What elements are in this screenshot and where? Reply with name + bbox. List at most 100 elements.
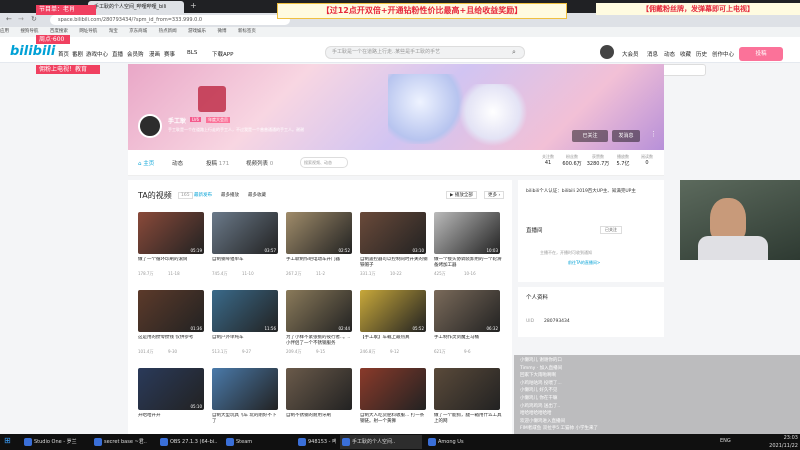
user-avatar[interactable] [600,45,614,59]
reload-icon[interactable]: ↻ [31,15,37,23]
video-title[interactable]: 做一个接头协调装卸用的一个轮滑备烤加工器 [434,257,502,269]
follow-button[interactable]: 已关注 [572,130,608,142]
bookmark-item[interactable]: 应用 [0,29,9,34]
language-indicator[interactable]: ENG [720,438,731,444]
nav-download-app[interactable]: 下载APP [212,50,233,58]
bilibili-logo[interactable]: bilibili [10,44,55,59]
nav-dynamics[interactable]: 动态 [664,50,675,58]
live-room-link[interactable]: 前往TA的直播间> [568,260,600,266]
video-thumbnail[interactable]: 05:10 [138,368,204,410]
nav-vip[interactable]: 大会员 [622,50,639,58]
taskbar-app[interactable]: 手工耿的个人空间.. [340,435,422,449]
site-search-input[interactable]: 手工耿是一个在道路上行走..某些是手工耿的手艺 [325,46,525,59]
taskbar-app[interactable]: Among Us [426,435,470,449]
bookmark-item[interactable]: 搜狗导航 [20,29,38,34]
video-title[interactable]: 自制大型玩具飞车 玩的刚好不下了 [212,413,280,425]
video-title[interactable]: 开哈哈开开 [138,413,206,425]
forward-icon[interactable]: → [18,15,24,23]
new-tab-button[interactable]: + [188,1,200,13]
stat-following[interactable]: 关注数 41 [538,154,558,166]
nav-game-center[interactable]: 游戏中心 [86,50,108,58]
tab-uploads[interactable]: 投稿 171 [206,159,229,167]
tab-label: 视频列表 [246,161,269,167]
video-thumbnail[interactable]: 11:56 [212,290,278,332]
nav-creator-center[interactable]: 创作中心 [712,50,734,58]
nav-favorites[interactable]: 收藏 [680,50,691,58]
video-thumbnail[interactable] [434,368,500,410]
stream-tv-label: 佣粉上电视！教育 [36,65,100,74]
profile-search-input[interactable]: 搜索视频、动态 [300,157,348,168]
sort-most-favorited[interactable]: 最多收藏 [248,192,266,198]
bookmark-item[interactable]: 新标签页 [238,29,256,34]
chat-message: 小懒鸡儿 谢谢你的口 [520,358,562,363]
taskbar-app[interactable]: OBS 27.1.3 (64-bi.. [158,435,220,449]
bookmark-item[interactable]: 百度搜索 [50,29,68,34]
video-thumbnail[interactable]: 03:57 [212,212,278,254]
search-icon[interactable]: ⌕ [512,48,516,57]
play-all-button[interactable]: ▶ 播放全部 [446,191,477,199]
nav-live[interactable]: 直播 [112,50,123,58]
sort-most-played[interactable]: 最多播放 [221,192,239,198]
tab-home[interactable]: ⌂ 主页 [138,159,154,167]
stat-likes: 获赞数 3280.7万 [586,154,610,167]
message-button[interactable]: 发消息 [612,130,640,142]
taskbar-clock[interactable]: 23:03 2021/11/22 [750,434,798,450]
video-title[interactable]: 为了小样不紧张挑的夜行者..。..小伴侣了一个不锈钢服务 [286,335,354,347]
bookmark-item[interactable]: 热点新闻 [159,29,177,34]
video-thumbnail[interactable]: 03:10 [360,212,426,254]
bookmark-item[interactable]: 网址导航 [79,29,97,34]
video-title[interactable]: 自制户外单纯车 [212,335,280,347]
more-icon[interactable]: ⋮ [650,130,657,138]
bookmark-item[interactable]: 微博 [218,29,227,34]
video-title[interactable]: 做了一个循环印刷的滚筒 [138,257,206,269]
video-thumbnail[interactable]: 06:32 [434,290,500,332]
more-button[interactable]: 更多 › [484,191,505,199]
video-thumbnail[interactable]: 02:52 [286,212,352,254]
video-thumbnail[interactable]: 10:03 [434,212,500,254]
stat-fans[interactable]: 粉丝数 600.6万 [560,154,584,167]
bookmark-item[interactable]: 游戏娱乐 [188,29,206,34]
live-follow-button[interactable]: 已关注 [600,226,622,234]
nav-messages[interactable]: 消息 [647,50,658,58]
video-title[interactable]: 手工制作灵剑魔王马桶 [434,335,502,347]
nav-mall[interactable]: 会员购 [127,50,144,58]
more-label: 更多 [488,193,497,198]
browser-tab-active[interactable]: 手工耿的个人空间_哔哩哔哩_bili [88,1,184,13]
url-input[interactable]: space.bilibili.com/280793434/?spm_id_fro… [50,15,290,25]
taskbar-app[interactable]: Steam [224,435,264,449]
bookmark-item[interactable]: 淘宝 [109,29,118,34]
video-thumbnail[interactable]: 05:19 [138,212,204,254]
back-icon[interactable]: ← [6,15,12,23]
video-title[interactable]: 自制不锈钢的耐用牙刷 [286,413,354,425]
taskbar-app[interactable]: 948153 - 哔小哥.. [296,435,336,449]
taskbar-app[interactable]: Studio One - 罗兰 [22,435,86,449]
windows-start-icon[interactable]: ⊞ [4,436,11,445]
nav-home[interactable]: 首页 [58,50,69,58]
stream-program-label: 节目单：老肖 [36,5,96,15]
video-title[interactable]: 自制遥控器可以控制同时开关的钢铁帽子 [360,257,428,269]
nav-bls[interactable]: BLS [187,50,197,56]
tab-playlists[interactable]: 视频列表 0 [246,159,273,167]
video-thumbnail[interactable] [212,368,278,410]
nav-manga[interactable]: 漫画 [149,50,160,58]
nav-anime[interactable]: 番剧 [72,50,83,58]
video-thumbnail[interactable] [286,368,352,410]
video-title[interactable]: 自制钢琴锉单车 [212,257,280,269]
video-title[interactable]: 这是用的攒零攒钱 仅供参考 [138,335,206,347]
video-title[interactable]: 做了一个能抓，腿一箱用什么工具上的网 [434,413,502,425]
video-thumbnail[interactable] [360,368,426,410]
nav-esports[interactable]: 赛事 [164,50,175,58]
taskbar-app[interactable]: secret base ~君.. [92,435,154,449]
video-thumbnail[interactable]: 05:52 [360,290,426,332]
nav-history[interactable]: 历史 [696,50,707,58]
video-title[interactable]: 手工耿制作吧电动车开门器 [286,257,354,269]
sort-latest[interactable]: 最新发布 [194,192,212,198]
bookmark-item[interactable]: 京东商城 [129,29,147,34]
profile-avatar[interactable] [138,114,162,138]
tab-dynamics[interactable]: 动态 [172,159,183,167]
video-thumbnail[interactable]: 02:44 [286,290,352,332]
video-thumbnail[interactable]: 01:36 [138,290,204,332]
upload-button[interactable]: 投稿 [739,47,783,61]
video-title[interactable]: 自制大人吃货肥料收服... 打一条钢链。射一个黄狮 [360,413,428,425]
video-title[interactable]: 【手工耿】车载上最热真 [360,335,428,347]
